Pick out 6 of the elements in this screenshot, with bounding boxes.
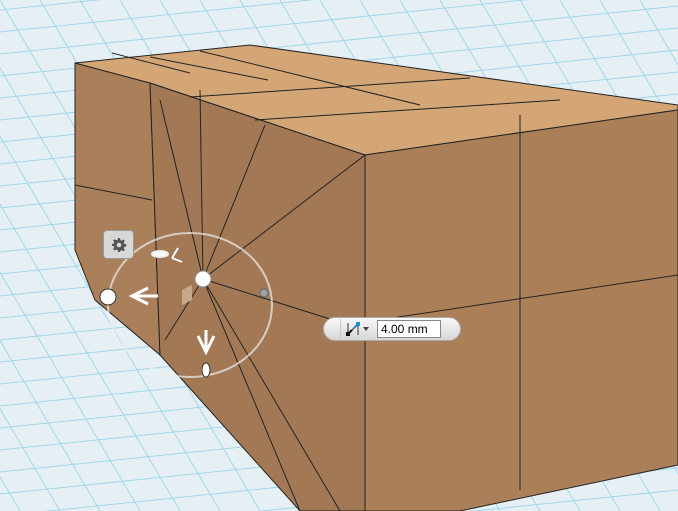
- flip-arrows-icon: [345, 321, 361, 337]
- settings-icon: [110, 236, 126, 252]
- dimension-input[interactable]: 4.00 mm: [377, 320, 441, 338]
- settings-button[interactable]: [103, 230, 134, 259]
- direction-dropdown[interactable]: [340, 319, 369, 339]
- caret-icon: [363, 327, 369, 331]
